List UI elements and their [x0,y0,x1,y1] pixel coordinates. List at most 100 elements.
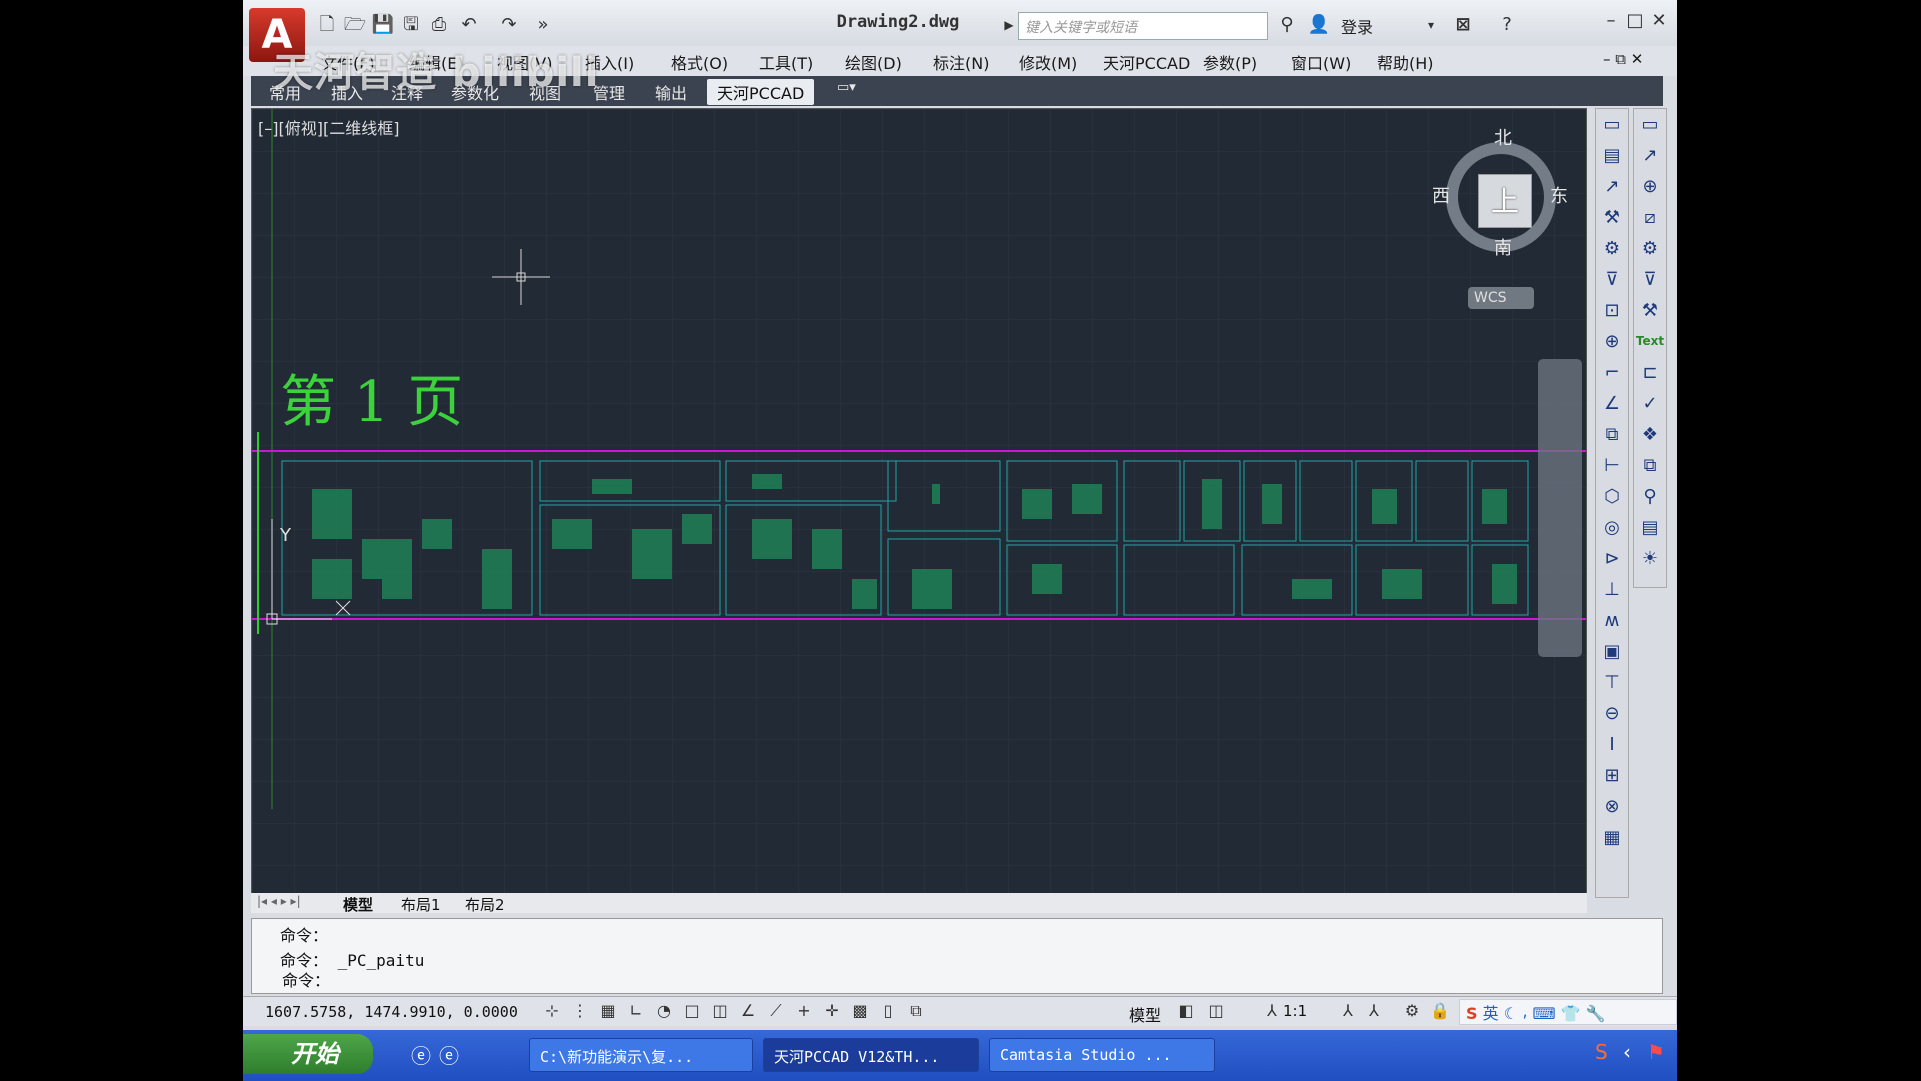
tab-scroll-arrows-icon[interactable]: |◂ ◂ ▸ ▸| [257,894,301,908]
taskbar-item-pccad[interactable]: 天河PCCAD V12&TH... [763,1038,979,1072]
browser-icon[interactable]: ⓔ [439,1040,459,1069]
ime-toolbar[interactable]: S 英 ☾ ⸴ ⌨ 👕 🔧 [1459,999,1677,1025]
hatch-icon[interactable]: ⧄ [1634,202,1666,233]
ortho-icon[interactable]: ∟ [623,1001,649,1023]
new-file-icon[interactable]: 🗋 [313,12,341,38]
save-icon[interactable]: 💾 [369,12,397,38]
leader-icon[interactable]: ↗ [1596,171,1628,202]
text-icon[interactable]: Text [1634,326,1666,357]
viewport-controls-label[interactable]: [–][俯视][二维线框] [258,115,399,139]
shaft-icon[interactable]: ⊥ [1596,574,1628,605]
menu-format[interactable]: 格式(O) [671,50,728,74]
command-window[interactable]: 命令： 命令： _PC_paitu 命令： [251,918,1663,994]
compass-west[interactable]: 西 [1432,182,1450,208]
bolt-icon[interactable]: ⊢ [1596,450,1628,481]
datum-2-icon[interactable]: ⊽ [1634,264,1666,295]
wcs-menu-button[interactable]: WCS [1468,287,1534,309]
frame-2-icon[interactable]: ▭ [1634,109,1666,140]
annotation-visibility-icon[interactable]: ⅄ [1335,1001,1361,1023]
login-link[interactable]: 登录 [1341,14,1373,38]
pin-icon[interactable]: ⊳ [1596,543,1628,574]
ribbon-toggle-icon[interactable]: ▭▾ [837,80,856,95]
quick-view-icon[interactable]: ◫ [1203,1001,1229,1023]
open-file-icon[interactable]: 🗁 [341,12,369,38]
nut-icon[interactable]: ⬡ [1596,481,1628,512]
menu-window[interactable]: 窗口(W) [1291,50,1351,74]
drawing-svg[interactable] [252,109,1587,895]
taskbar-item-explorer[interactable]: C:\新功能演示\复... [529,1038,753,1072]
gear-icon[interactable]: ⚙ [1596,233,1628,264]
search-input[interactable]: 键入关键字或短语 [1018,12,1268,40]
document-icon[interactable]: ▤ [1634,512,1666,543]
infer-constraints-icon[interactable]: ⊹ [539,1001,565,1023]
tab-model[interactable]: 模型 [343,894,373,915]
frame-icon[interactable]: ▭ [1596,109,1628,140]
ie-icon[interactable]: ⓔ [411,1040,431,1069]
library-icon[interactable]: ▣ [1596,636,1628,667]
help-icon[interactable]: ? [1493,12,1521,38]
start-button[interactable]: 开始 [243,1034,373,1074]
3d-osnap-icon[interactable]: ◫ [707,1001,733,1023]
coupling-icon[interactable]: ⊞ [1596,760,1628,791]
command-input[interactable]: 命令： [282,967,330,991]
print-icon[interactable]: ⎙ [425,12,453,38]
sogou-icon[interactable]: S [1466,1004,1478,1023]
database-icon[interactable]: ▦ [1596,822,1628,853]
polar-icon[interactable]: ◔ [651,1001,677,1023]
osnap-icon[interactable]: □ [679,1001,705,1023]
annotation-scale[interactable]: 1:1 [1283,1002,1307,1020]
annotation-scale-icon[interactable]: ⅄ [1259,1001,1285,1023]
menu-parameter[interactable]: 参数(P) [1203,50,1257,74]
check-icon[interactable]: ✓ [1634,388,1666,419]
lineweight-icon[interactable]: ✛ [819,1001,845,1023]
selection-cycling-icon[interactable]: ⧉ [903,1001,929,1023]
tab-pccad[interactable]: 天河PCCAD [707,79,815,105]
compass-south[interactable]: 南 [1494,234,1512,260]
layout-view-icon[interactable]: ◧ [1173,1001,1199,1023]
block-icon[interactable]: ❖ [1634,419,1666,450]
spring-icon[interactable]: ʍ [1596,605,1628,636]
menu-draw[interactable]: 绘图(D) [845,50,902,74]
navigation-bar[interactable] [1538,359,1582,657]
maximize-button[interactable]: □ [1623,10,1647,31]
menu-tools[interactable]: 工具(T) [759,50,813,74]
workspace-gear-icon[interactable]: ⚙ [1399,1001,1425,1023]
ime-language[interactable]: 英 [1483,1004,1499,1023]
mark-icon[interactable]: ⊏ [1634,357,1666,388]
auto-scale-icon[interactable]: ⅄ [1361,1001,1387,1023]
undo-icon[interactable]: ↶ [455,12,483,38]
angle-icon[interactable]: ∠ [1596,388,1628,419]
compass-north[interactable]: 北 [1494,124,1512,150]
user-icon[interactable]: 👤 [1305,12,1333,38]
view-icon[interactable]: ⧉ [1596,419,1628,450]
viewcube-top-face[interactable]: 上 [1478,174,1532,228]
doc-minimize-icon[interactable]: – ⧉ ✕ [1603,50,1643,68]
symbol-icon[interactable]: ⊕ [1634,171,1666,202]
search-part-icon[interactable]: ⚲ [1634,481,1666,512]
viewcube[interactable]: 上 北 南 东 西 WCS [1432,124,1572,309]
weld-icon[interactable]: ⚒ [1596,202,1628,233]
centerline-icon[interactable]: ⊕ [1596,326,1628,357]
valve-icon[interactable]: ⊗ [1596,791,1628,822]
dyn-icon[interactable]: + [791,1001,817,1023]
binoculars-icon[interactable]: ⚲ [1273,12,1301,38]
bearing-icon[interactable]: ◎ [1596,512,1628,543]
tab-layout2[interactable]: 布局2 [465,894,505,915]
snap-icon[interactable]: ⋮ [567,1001,593,1023]
view-2-icon[interactable]: ⧉ [1634,450,1666,481]
menu-modify[interactable]: 修改(M) [1019,50,1077,74]
transparency-icon[interactable]: ▩ [847,1001,873,1023]
tab-layout1[interactable]: 布局1 [401,894,441,915]
flange-icon[interactable]: ⊤ [1596,667,1628,698]
model-toggle[interactable]: 模型 [1129,1002,1161,1026]
datum-icon[interactable]: ⊽ [1596,264,1628,295]
cursor-coordinates[interactable]: 1607.5758, 1474.9910, 0.0000 [265,1003,518,1021]
taskbar-item-camtasia[interactable]: Camtasia Studio ... [989,1038,1215,1072]
compass-east[interactable]: 东 [1550,182,1568,208]
redo-icon[interactable]: ↷ [495,12,523,38]
lock-icon[interactable]: 🔒 [1427,1001,1453,1023]
tolerance-icon[interactable]: ⊡ [1596,295,1628,326]
table-icon[interactable]: ▤ [1596,140,1628,171]
quick-properties-icon[interactable]: ▯ [875,1001,901,1023]
seal-icon[interactable]: ⊖ [1596,698,1628,729]
